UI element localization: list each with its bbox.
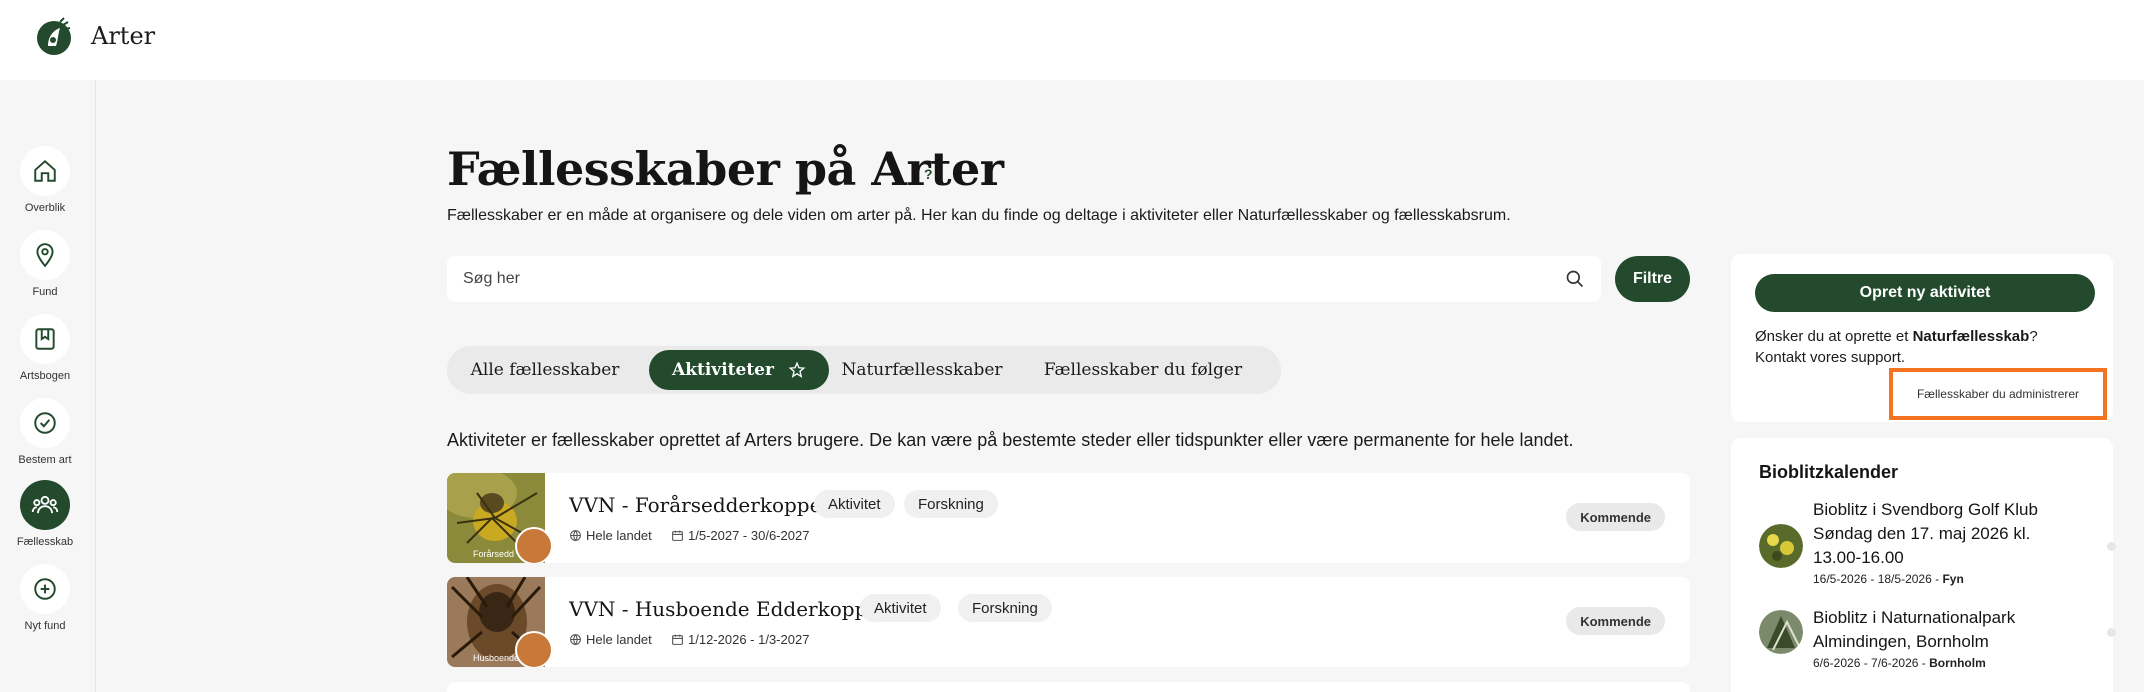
- tab-faellesskaber-du-foelger[interactable]: Fællesskaber du følger: [1013, 350, 1273, 390]
- search-bar: [447, 256, 1601, 302]
- calendar-icon: [672, 530, 683, 541]
- bookmark-book-icon: [20, 314, 70, 364]
- tag-badge: Forskning: [958, 594, 1052, 622]
- tab-label: Aktiviteter: [672, 360, 774, 380]
- create-activity-button[interactable]: Opret ny aktivitet: [1755, 274, 2095, 312]
- calendar-thumbnail: [1759, 610, 1803, 654]
- activity-dates: 1/12-2026 - 1/3-2027: [671, 632, 809, 647]
- tag-badge: Forskning: [904, 490, 998, 518]
- page-title: Fællesskaber på Arter: [447, 142, 1004, 196]
- help-button[interactable]: ?: [924, 166, 933, 182]
- calendar-item-name: Bioblitz i Naturnationalpark Almindingen…: [1813, 608, 2016, 651]
- activity-location: Hele landet: [569, 528, 652, 543]
- sidebar-item-nyt-fund[interactable]: Nyt fund: [0, 564, 96, 644]
- search-icon[interactable]: [1565, 269, 1585, 289]
- calendar-item-dot: [2107, 542, 2116, 551]
- tab-label: Fællesskaber du følger: [1043, 360, 1243, 380]
- support-text: Ønsker du at oprette et Naturfællesskab?…: [1755, 328, 2038, 366]
- image-caption: Husboende: [473, 653, 520, 663]
- sidebar-item-overblik[interactable]: Overblik: [0, 146, 96, 226]
- dates-text: 1/12-2026 - 1/3-2027: [688, 632, 810, 647]
- tag-badge: Aktivitet: [814, 490, 895, 518]
- activity-location: Hele landet: [569, 632, 652, 647]
- activity-title: VVN - Forårsedderkopper: [569, 493, 831, 517]
- plus-circle-icon: [20, 564, 70, 614]
- sidebar-item-faellesskab[interactable]: Fællesskab: [0, 480, 96, 560]
- status-badge: Kommende: [1566, 607, 1665, 635]
- tab-bar: Alle fællesskaber Aktiviteter Naturfælle…: [447, 346, 1281, 394]
- sidebar-item-label: Artsbogen: [19, 370, 71, 382]
- status-badge: Kommende: [1566, 503, 1665, 531]
- tab-aktiviteter[interactable]: Aktiviteter: [649, 350, 829, 390]
- sidebar-item-label: Bestem art: [18, 454, 72, 466]
- avatar: [515, 527, 553, 563]
- calendar-item-dot: [2107, 628, 2116, 637]
- activity-image: Husboende: [447, 577, 553, 667]
- filter-button[interactable]: Filtre: [1615, 256, 1690, 302]
- calendar-icon: [672, 634, 683, 645]
- star-outline-icon[interactable]: [788, 361, 806, 379]
- avatar: [515, 631, 553, 667]
- sidebar-item-bestem-art[interactable]: Bestem art: [0, 398, 96, 478]
- create-activity-panel: Opret ny aktivitet Ønsker du at oprette …: [1731, 254, 2113, 422]
- calendar-item-name: Bioblitz i Svendborg Golf Klub Søndag de…: [1813, 500, 2038, 567]
- administered-communities-link[interactable]: Fællesskaber du administrerer: [1889, 368, 2107, 420]
- tag-badge: Aktivitet: [860, 594, 941, 622]
- home-icon: [20, 146, 70, 196]
- globe-icon: [570, 530, 581, 542]
- calendar-title: Bioblitzkalender: [1759, 462, 1899, 482]
- activities-description: Aktiviteter er fællesskaber oprettet af …: [447, 430, 1574, 450]
- sidebar-item-label: Nyt fund: [24, 620, 66, 632]
- location-text: Hele landet: [586, 632, 652, 647]
- community-icon: [20, 480, 70, 530]
- app-title: Arter: [91, 22, 156, 50]
- location-text: Hele landet: [586, 528, 652, 543]
- search-input[interactable]: [463, 256, 1543, 302]
- activity-card[interactable]: Forårsedd VVN - Forårsedderkopper Aktivi…: [447, 473, 1690, 563]
- arter-logo-icon[interactable]: [34, 14, 78, 58]
- globe-icon: [570, 634, 581, 646]
- page-subtitle: Fællesskaber er en måde at organisere og…: [447, 207, 1511, 224]
- sidebar-item-artsbogen[interactable]: Artsbogen: [0, 314, 96, 394]
- sidebar-item-label: Overblik: [24, 202, 66, 214]
- tab-label: Naturfællesskaber: [841, 360, 1003, 380]
- calendar-item-date: 6/6-2026 - 7/6-2026 - Bornholm: [1813, 656, 1986, 670]
- sidebar-item-label: Fællesskab: [16, 536, 74, 548]
- top-bar: Arter: [0, 0, 2144, 80]
- sidebar-nav: Overblik Fund Artsbogen Bestem art Fælle…: [0, 80, 96, 692]
- sidebar-item-label: Fund: [32, 286, 58, 298]
- bioblitz-calendar-panel: Bioblitzkalender Bioblitz i Svendborg Go…: [1731, 438, 2116, 692]
- check-circle-icon: [20, 398, 70, 448]
- activity-image: Forårsedd: [447, 473, 553, 563]
- sidebar-item-fund[interactable]: Fund: [0, 230, 96, 310]
- activity-title: VVN - Husboende Edderkopper: [569, 597, 889, 621]
- tab-alle-faellesskaber[interactable]: Alle fællesskaber: [447, 350, 643, 390]
- dates-text: 1/5-2027 - 30/6-2027: [688, 528, 810, 543]
- location-pin-icon: [20, 230, 70, 280]
- image-caption: Forårsedd: [473, 549, 515, 559]
- calendar-item-date: 16/5-2026 - 18/5-2026 - Fyn: [1813, 572, 1964, 586]
- activity-dates: 1/5-2027 - 30/6-2027: [671, 528, 809, 543]
- activity-card[interactable]: Husboende VVN - Husboende Edderkopper Ak…: [447, 577, 1690, 667]
- tab-naturfaellesskaber[interactable]: Naturfællesskaber: [833, 350, 1011, 390]
- activity-card-partial[interactable]: [447, 682, 1690, 692]
- calendar-thumbnail: [1759, 524, 1803, 568]
- tab-label: Alle fællesskaber: [470, 360, 620, 380]
